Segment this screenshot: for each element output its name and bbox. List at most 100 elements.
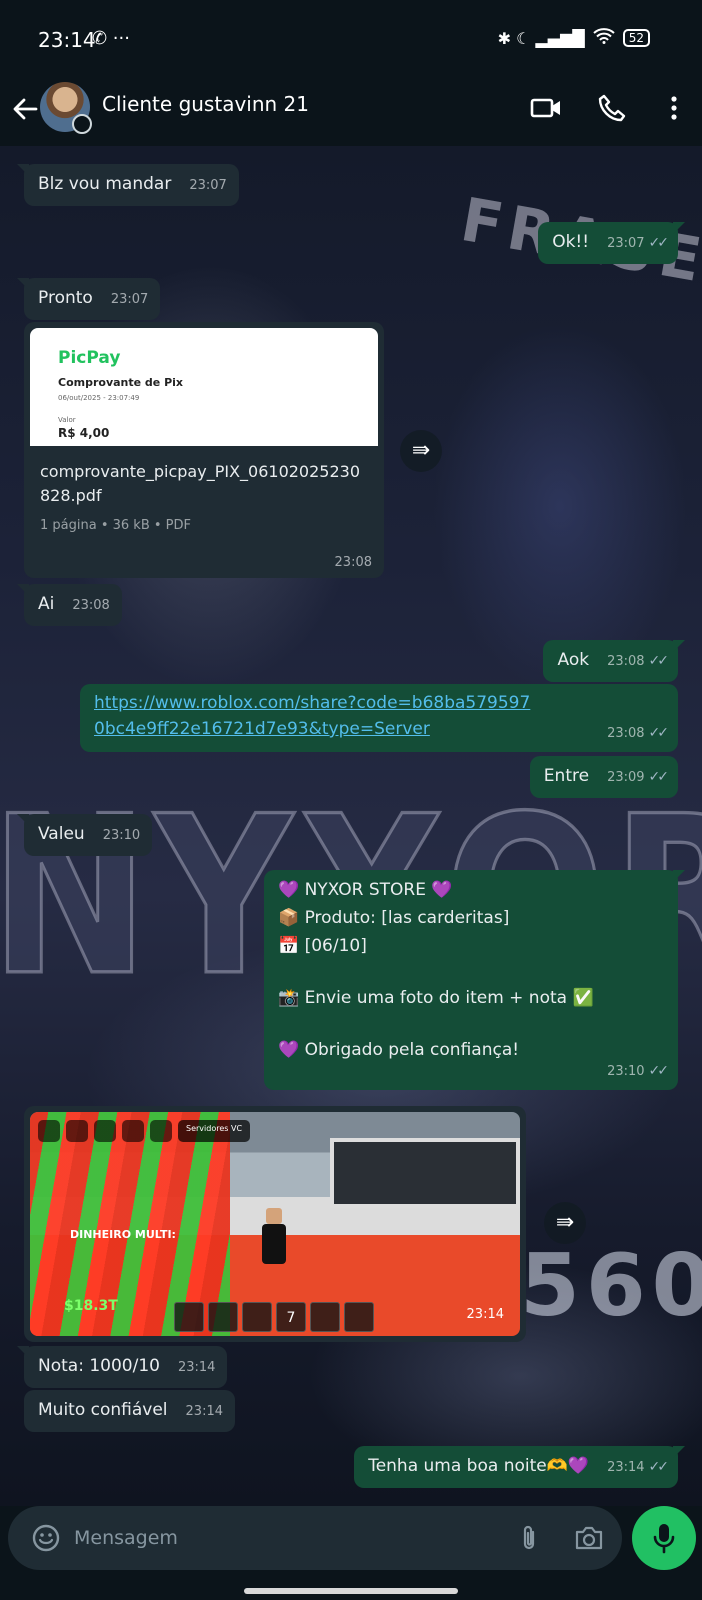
message-time: 23:14 xyxy=(185,1404,223,1419)
game-scene xyxy=(330,1138,520,1208)
game-hotbar: 7 xyxy=(174,1302,374,1332)
message-line: 📦 Produto: [las carderitas] xyxy=(278,908,510,928)
picpay-logo: PicPay xyxy=(58,348,121,368)
system-icons: ✱ ☾ ▂▄▆█ 52 xyxy=(498,28,650,48)
money-multiplier-label: DINHEIRO MULTI: xyxy=(70,1228,176,1241)
chat-header: Cliente gustavinn 21 xyxy=(0,80,702,146)
message-text: Pronto xyxy=(38,288,93,308)
contact-name[interactable]: Cliente gustavinn 21 xyxy=(102,92,309,116)
receipt-title: Comprovante de Pix xyxy=(58,376,184,389)
message-bubble-incoming[interactable]: Pronto 23:07 xyxy=(16,278,161,320)
message-bubble-outgoing[interactable]: Tenha uma boa noite🫶💜 23:14 ✓✓ xyxy=(354,1446,685,1488)
message-bubble-outgoing[interactable]: Entre 23:09 ✓✓ xyxy=(529,756,678,798)
hotbar-slot xyxy=(344,1302,374,1332)
message-time: 23:08 xyxy=(607,654,645,669)
lock-icon xyxy=(122,1120,144,1142)
hotbar-slot xyxy=(242,1302,272,1332)
message-composer xyxy=(8,1506,622,1570)
emoji-icon[interactable] xyxy=(32,1524,60,1552)
message-bubble-outgoing[interactable]: https://www.roblox.com/share?code=b68ba5… xyxy=(80,684,678,752)
roblox-icon xyxy=(38,1120,60,1142)
message-bubble-outgoing[interactable]: Ok!! 23:07 ✓✓ xyxy=(538,222,685,264)
message-text: Ai xyxy=(38,594,55,614)
status-bar: 23:14 ✆ ··· ✱ ☾ ▂▄▆█ 52 xyxy=(0,0,702,80)
roblox-share-link[interactable]: https://www.roblox.com/share?code=b68ba5… xyxy=(94,690,534,742)
message-time: 23:08 xyxy=(607,726,645,741)
message-input[interactable] xyxy=(74,1522,474,1554)
document-meta: 1 página • 36 kB • PDF xyxy=(40,518,192,533)
message-text: Blz vou mandar xyxy=(38,174,172,194)
message-text: Aok xyxy=(557,650,590,670)
game-toolbar: Servidores VC xyxy=(38,1120,251,1142)
message-time: 23:14 xyxy=(607,1460,645,1475)
document-message[interactable]: PicPay Comprovante de Pix 06/out/2025 - … xyxy=(24,322,384,578)
message-time: 23:07 xyxy=(189,178,227,193)
message-text: Entre xyxy=(543,766,590,786)
read-receipt-icon: ✓✓ xyxy=(648,653,670,669)
message-bubble-incoming[interactable]: Valeu 23:10 xyxy=(16,814,153,856)
notification-icons: ✆ ··· xyxy=(92,28,130,49)
message-time: 23:10 xyxy=(607,1064,645,1079)
message-time: 23:08 xyxy=(72,598,110,613)
read-receipt-icon: ✓✓ xyxy=(648,725,670,741)
image-message[interactable]: Servidores VC DINHEIRO MULTI: $18.3T 7 2… xyxy=(24,1106,526,1342)
message-line: 📅 [06/10] xyxy=(278,936,367,956)
wallpaper-text: 560 xyxy=(520,1236,702,1336)
status-ring-icon xyxy=(72,114,92,134)
message-time: 23:08 xyxy=(334,555,372,570)
message-time: 23:09 xyxy=(607,770,645,785)
arrow-left-icon[interactable] xyxy=(10,94,40,124)
microphone-icon xyxy=(653,1524,675,1554)
message-bubble-incoming[interactable]: Blz vou mandar 23:07 xyxy=(17,164,239,206)
settings-icon xyxy=(150,1120,172,1142)
wifi-icon xyxy=(593,28,615,48)
hotbar-slot xyxy=(310,1302,340,1332)
game-avatar xyxy=(262,1208,286,1264)
hotbar-slot xyxy=(174,1302,204,1332)
message-time: 23:14 xyxy=(466,1307,504,1322)
read-receipt-icon: ✓✓ xyxy=(648,1459,670,1475)
forward-icon[interactable]: ⇛ xyxy=(544,1202,586,1244)
message-time: 23:14 xyxy=(177,1360,216,1375)
camera-icon[interactable] xyxy=(574,1524,604,1552)
status-time: 23:14 xyxy=(38,28,96,52)
voice-message-button[interactable] xyxy=(632,1506,696,1570)
video-camera-icon[interactable] xyxy=(530,92,562,124)
composer-bar xyxy=(0,1506,702,1600)
message-bubble-incoming[interactable]: Ai 23:08 xyxy=(17,584,122,626)
forward-icon[interactable]: ⇛ xyxy=(400,430,442,472)
menu-icon xyxy=(66,1120,88,1142)
message-spacer xyxy=(278,960,666,984)
chat-icon xyxy=(94,1120,116,1142)
message-bubble-outgoing[interactable]: 💜 NYXOR STORE 💜 📦 Produto: [las carderit… xyxy=(264,870,685,1090)
message-bubble-outgoing[interactable]: Aok 23:08 ✓✓ xyxy=(543,640,685,682)
message-text: Nota: 1000/10 xyxy=(38,1356,160,1376)
money-value: $18.3T xyxy=(64,1298,118,1314)
message-spacer xyxy=(278,1012,666,1036)
message-time: 23:07 xyxy=(110,292,149,307)
more-vertical-icon[interactable] xyxy=(658,92,690,124)
receipt-amount-label: Valor xyxy=(58,416,76,424)
phone-icon[interactable] xyxy=(596,92,628,124)
message-bubble-incoming[interactable]: Muito confiável 23:14 xyxy=(24,1390,235,1432)
server-label: Servidores VC xyxy=(178,1120,251,1142)
hotbar-slot xyxy=(208,1302,238,1332)
message-text: Valeu xyxy=(38,824,85,844)
message-text: Ok!! xyxy=(552,232,590,252)
paperclip-icon[interactable] xyxy=(516,1524,542,1552)
message-line: 💜 NYXOR STORE 💜 xyxy=(278,880,453,900)
read-receipt-icon: ✓✓ xyxy=(648,1063,670,1079)
receipt-amount: R$ 4,00 xyxy=(58,426,110,440)
read-receipt-icon: ✓✓ xyxy=(648,769,670,785)
read-receipt-icon: ✓✓ xyxy=(648,235,670,251)
document-preview: PicPay Comprovante de Pix 06/out/2025 - … xyxy=(30,328,378,446)
message-text: Tenha uma boa noite🫶💜 xyxy=(368,1456,590,1476)
message-line: 📸 Envie uma foto do item + nota ✅ xyxy=(278,988,594,1008)
game-screenshot: Servidores VC DINHEIRO MULTI: $18.3T 7 2… xyxy=(30,1112,520,1336)
home-indicator[interactable] xyxy=(244,1588,458,1594)
message-bubble-incoming[interactable]: Nota: 1000/10 23:14 xyxy=(16,1346,228,1388)
system-status-icons: ✱ ☾ ▂▄▆█ xyxy=(497,28,585,48)
document-filename: comprovante_picpay_PIX_06102025230828.pd… xyxy=(40,462,361,505)
hotbar-slot: 7 xyxy=(276,1302,306,1332)
message-text: Muito confiável xyxy=(38,1400,168,1420)
